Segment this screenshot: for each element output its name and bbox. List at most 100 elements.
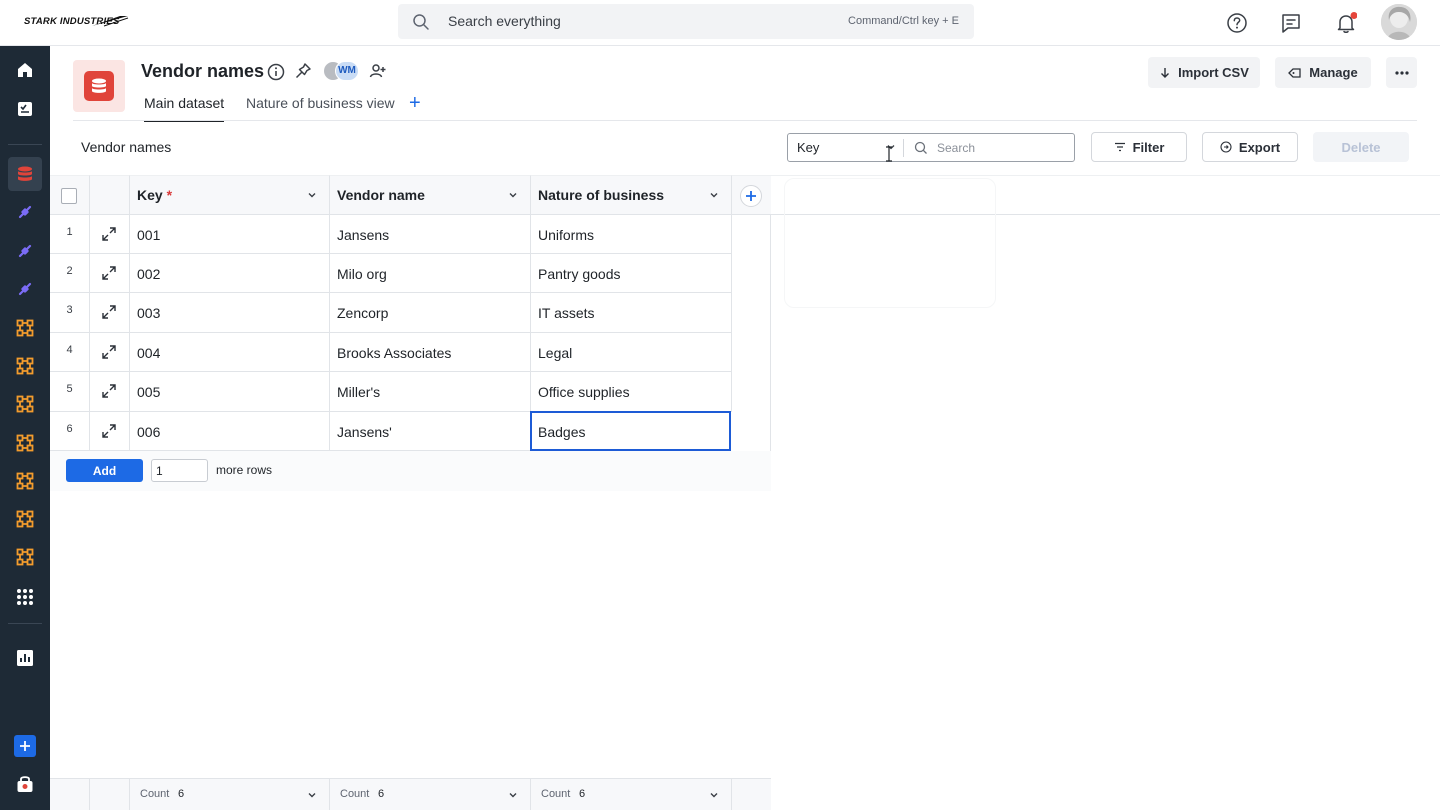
table-cell[interactable]: Zencorp — [330, 293, 531, 333]
search-icon — [413, 14, 429, 30]
table-cell[interactable]: Legal — [531, 333, 732, 372]
table-cell-selected[interactable]: Badges — [530, 411, 731, 451]
arrow-down-icon — [1161, 67, 1170, 78]
import-csv-button[interactable]: Import CSV — [1148, 57, 1260, 88]
user-avatar[interactable] — [1381, 4, 1417, 40]
column-header-key[interactable]: Key * — [130, 175, 330, 215]
help-icon[interactable] — [1226, 12, 1248, 34]
table-cell[interactable]: Jansens' — [330, 412, 531, 451]
expand-row-button[interactable] — [90, 254, 130, 293]
table-cell[interactable]: Milo org — [330, 254, 531, 293]
rail-home[interactable] — [8, 53, 42, 87]
table-cell[interactable]: Pantry goods — [531, 254, 732, 293]
footer-aggregate-key[interactable]: Count 6 — [130, 779, 330, 810]
expand-row-button[interactable] — [90, 293, 130, 333]
filter-label: Filter — [1132, 139, 1165, 155]
collaborators[interactable]: WM — [323, 61, 363, 81]
rail-workflow-5[interactable] — [8, 464, 42, 498]
table-cell[interactable]: 004 — [130, 333, 330, 372]
search-column-select[interactable]: Key — [797, 140, 819, 155]
rail-workflow-7[interactable] — [8, 540, 42, 574]
column-header-nature-of-business[interactable]: Nature of business — [531, 175, 732, 215]
expand-row-button[interactable] — [90, 333, 130, 372]
row-number-cell: 3 — [50, 293, 90, 333]
expand-icon — [102, 305, 116, 319]
analytics-icon — [17, 650, 33, 666]
table-cell[interactable]: Office supplies — [531, 372, 732, 412]
rail-analytics[interactable] — [8, 641, 42, 675]
row-number-cell: 6 — [50, 412, 90, 451]
table-cell[interactable]: Brooks Associates — [330, 333, 531, 372]
chevron-down-icon[interactable] — [508, 790, 518, 800]
rail-workflow-1[interactable] — [8, 311, 42, 345]
rail-all-apps[interactable] — [8, 580, 42, 614]
chevron-down-icon[interactable] — [307, 190, 317, 200]
aggregate-value: 6 — [178, 788, 185, 800]
chevron-down-icon[interactable] — [709, 790, 719, 800]
info-icon[interactable] — [267, 63, 285, 81]
bell-icon[interactable] — [1335, 12, 1357, 34]
table-cell[interactable]: Miller's — [330, 372, 531, 412]
filter-button[interactable]: Filter — [1091, 132, 1187, 162]
footer-aggregate-vendor-name[interactable]: Count 6 — [330, 779, 531, 810]
rail-store[interactable] — [8, 767, 42, 801]
aggregate-label: Count — [541, 788, 571, 800]
pin-icon[interactable] — [294, 62, 312, 80]
text-cursor-icon — [886, 146, 892, 162]
filter-icon — [1114, 142, 1125, 152]
rail-connector-2[interactable] — [8, 234, 42, 268]
column-header-label: Key — [137, 187, 163, 203]
table-cell[interactable]: 002 — [130, 254, 330, 293]
rail-workflow-3[interactable] — [8, 387, 42, 421]
rail-connector-1[interactable] — [8, 195, 42, 229]
table-cell[interactable]: 005 — [130, 372, 330, 412]
search-icon — [914, 141, 927, 154]
global-search[interactable]: Search everything Command/Ctrl key + E — [398, 4, 974, 39]
rail-workflow-2[interactable] — [8, 349, 42, 383]
add-view-button[interactable]: + — [409, 93, 421, 113]
table-cell[interactable]: Jansens — [330, 215, 531, 254]
chevron-down-icon[interactable] — [508, 190, 518, 200]
chevron-down-icon[interactable] — [307, 790, 317, 800]
expand-row-button[interactable] — [90, 372, 130, 412]
brand-logo[interactable]: STARK INDUSTRIES — [24, 14, 130, 30]
export-button[interactable]: Export — [1202, 132, 1298, 162]
aggregate-value: 6 — [579, 788, 586, 800]
aggregation-footer: Count 6 Count 6 Count 6 — [50, 778, 771, 810]
rows-count-input[interactable]: 1 — [151, 459, 208, 482]
table-cell[interactable]: 003 — [130, 293, 330, 333]
chevron-down-icon[interactable] — [709, 190, 719, 200]
tab-main-dataset[interactable]: Main dataset — [144, 94, 225, 122]
column-search[interactable]: Key Search — [787, 133, 1075, 162]
add-rows-button[interactable]: Add — [66, 459, 143, 482]
rail-workflow-6[interactable] — [8, 502, 42, 536]
table-cell[interactable]: 006 — [130, 412, 330, 451]
rail-create[interactable] — [8, 729, 42, 763]
column-header-vendor-name[interactable]: Vendor name — [330, 175, 531, 215]
select-all-checkbox[interactable] — [61, 188, 77, 204]
more-actions-button[interactable] — [1386, 57, 1417, 88]
table-cell[interactable]: IT assets — [531, 293, 732, 333]
expand-row-button[interactable] — [90, 215, 130, 254]
apps-grid-icon — [17, 589, 33, 605]
manage-button[interactable]: Manage — [1275, 57, 1371, 88]
tab-nature-of-business-view[interactable]: Nature of business view — [246, 94, 395, 122]
footer-aggregate-nature-of-business[interactable]: Count 6 — [531, 779, 732, 810]
feedback-icon[interactable] — [1280, 12, 1302, 34]
add-icon — [14, 735, 36, 757]
header-divider — [73, 120, 1417, 121]
rail-workflow-4[interactable] — [8, 426, 42, 460]
add-user-icon[interactable] — [369, 62, 387, 80]
delete-button[interactable]: Delete — [1313, 132, 1409, 162]
plus-icon — [746, 191, 756, 201]
table-cell[interactable]: 001 — [130, 215, 330, 254]
table-cell[interactable]: Uniforms — [531, 215, 732, 254]
rail-datasets[interactable] — [8, 157, 42, 191]
search-input[interactable]: Search — [937, 141, 975, 155]
rail-connector-3[interactable] — [8, 272, 42, 306]
expand-row-button[interactable] — [90, 412, 130, 451]
rail-tasks[interactable] — [8, 92, 42, 126]
workflow-icon — [16, 472, 34, 490]
add-column-button[interactable] — [740, 185, 762, 207]
expand-icon — [102, 424, 116, 438]
